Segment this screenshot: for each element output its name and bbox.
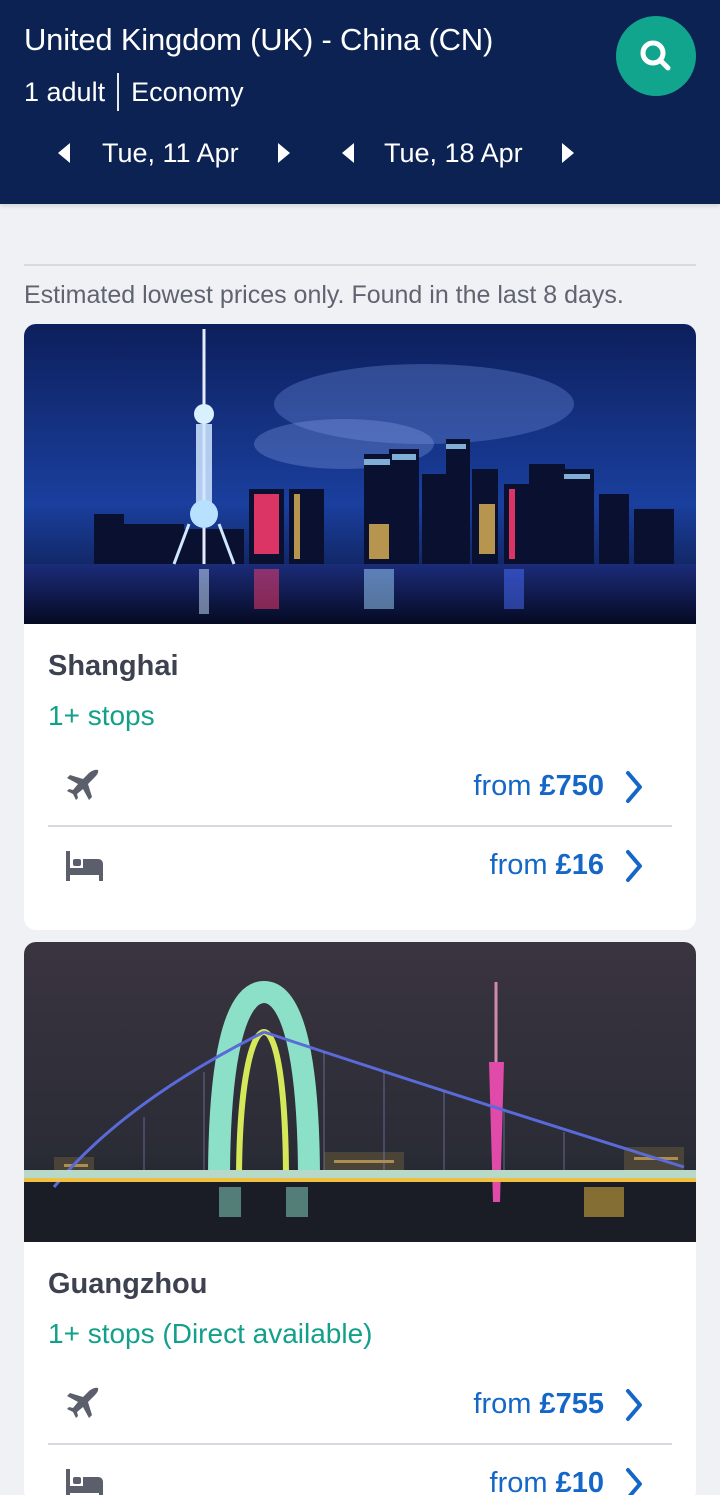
trip-details[interactable]: 1 adult Economy bbox=[24, 72, 244, 112]
outbound-prev-date-button[interactable] bbox=[52, 140, 76, 166]
outbound-next-date-button[interactable] bbox=[272, 140, 296, 166]
destination-city: Shanghai bbox=[48, 650, 179, 682]
stops-info: 1+ stops (Direct available) bbox=[48, 1318, 373, 1349]
flight-price: from £750 bbox=[473, 768, 604, 804]
guangzhou-bridge-image bbox=[24, 942, 696, 1242]
price-value: £10 bbox=[555, 1467, 604, 1495]
chevron-right-icon bbox=[626, 771, 642, 803]
caret-left-icon bbox=[342, 143, 354, 163]
return-date[interactable]: Tue, 18 Apr bbox=[384, 134, 523, 172]
caret-right-icon bbox=[278, 143, 290, 163]
price-prefix: from bbox=[473, 1388, 540, 1420]
price-value: £755 bbox=[539, 1388, 604, 1420]
section-divider bbox=[24, 264, 696, 266]
chevron-right-icon bbox=[626, 850, 642, 882]
caret-right-icon bbox=[562, 143, 574, 163]
shanghai-skyline-image bbox=[24, 324, 696, 624]
hotel-price-row[interactable]: from £16 bbox=[48, 827, 672, 905]
price-prefix: from bbox=[473, 770, 540, 802]
passenger-count: 1 adult bbox=[24, 76, 106, 107]
bed-icon bbox=[66, 851, 103, 881]
outbound-date[interactable]: Tue, 11 Apr bbox=[102, 134, 239, 172]
flight-price-row[interactable]: from £755 bbox=[48, 1366, 672, 1444]
airplane-icon bbox=[67, 769, 99, 800]
caret-left-icon bbox=[58, 143, 70, 163]
price-value: £16 bbox=[555, 849, 604, 881]
cabin-class: Economy bbox=[131, 76, 244, 107]
destination-card[interactable]: Guangzhou 1+ stops (Direct available) fr… bbox=[24, 942, 696, 1495]
search-icon bbox=[640, 40, 671, 71]
search-button[interactable] bbox=[616, 16, 696, 96]
price-prefix: from bbox=[489, 849, 556, 881]
destination-city: Guangzhou bbox=[48, 1268, 208, 1300]
chevron-right-icon bbox=[626, 1468, 642, 1495]
flight-price-row[interactable]: from £750 bbox=[48, 748, 672, 826]
flight-price: from £755 bbox=[473, 1386, 604, 1422]
hotel-price-row[interactable]: from £10 bbox=[48, 1445, 672, 1495]
search-header: United Kingdom (UK) - China (CN) 1 adult… bbox=[0, 0, 720, 204]
hotel-price: from £16 bbox=[490, 847, 604, 883]
chevron-right-icon bbox=[626, 1389, 642, 1421]
date-selector: Tue, 11 Apr Tue, 18 Apr bbox=[0, 130, 720, 176]
airplane-icon bbox=[67, 1387, 99, 1418]
bed-icon bbox=[66, 1469, 103, 1495]
price-prefix: from bbox=[489, 1467, 556, 1495]
route-title[interactable]: United Kingdom (UK) - China (CN) bbox=[24, 20, 493, 60]
meta-divider bbox=[117, 73, 120, 111]
hotel-price: from £10 bbox=[490, 1465, 604, 1495]
price-disclaimer: Estimated lowest prices only. Found in t… bbox=[24, 281, 624, 309]
return-next-date-button[interactable] bbox=[556, 140, 580, 166]
price-value: £750 bbox=[539, 770, 604, 802]
destination-card[interactable]: Shanghai 1+ stops from £750 from £16 bbox=[24, 324, 696, 930]
return-prev-date-button[interactable] bbox=[336, 140, 360, 166]
stops-info: 1+ stops bbox=[48, 700, 155, 731]
